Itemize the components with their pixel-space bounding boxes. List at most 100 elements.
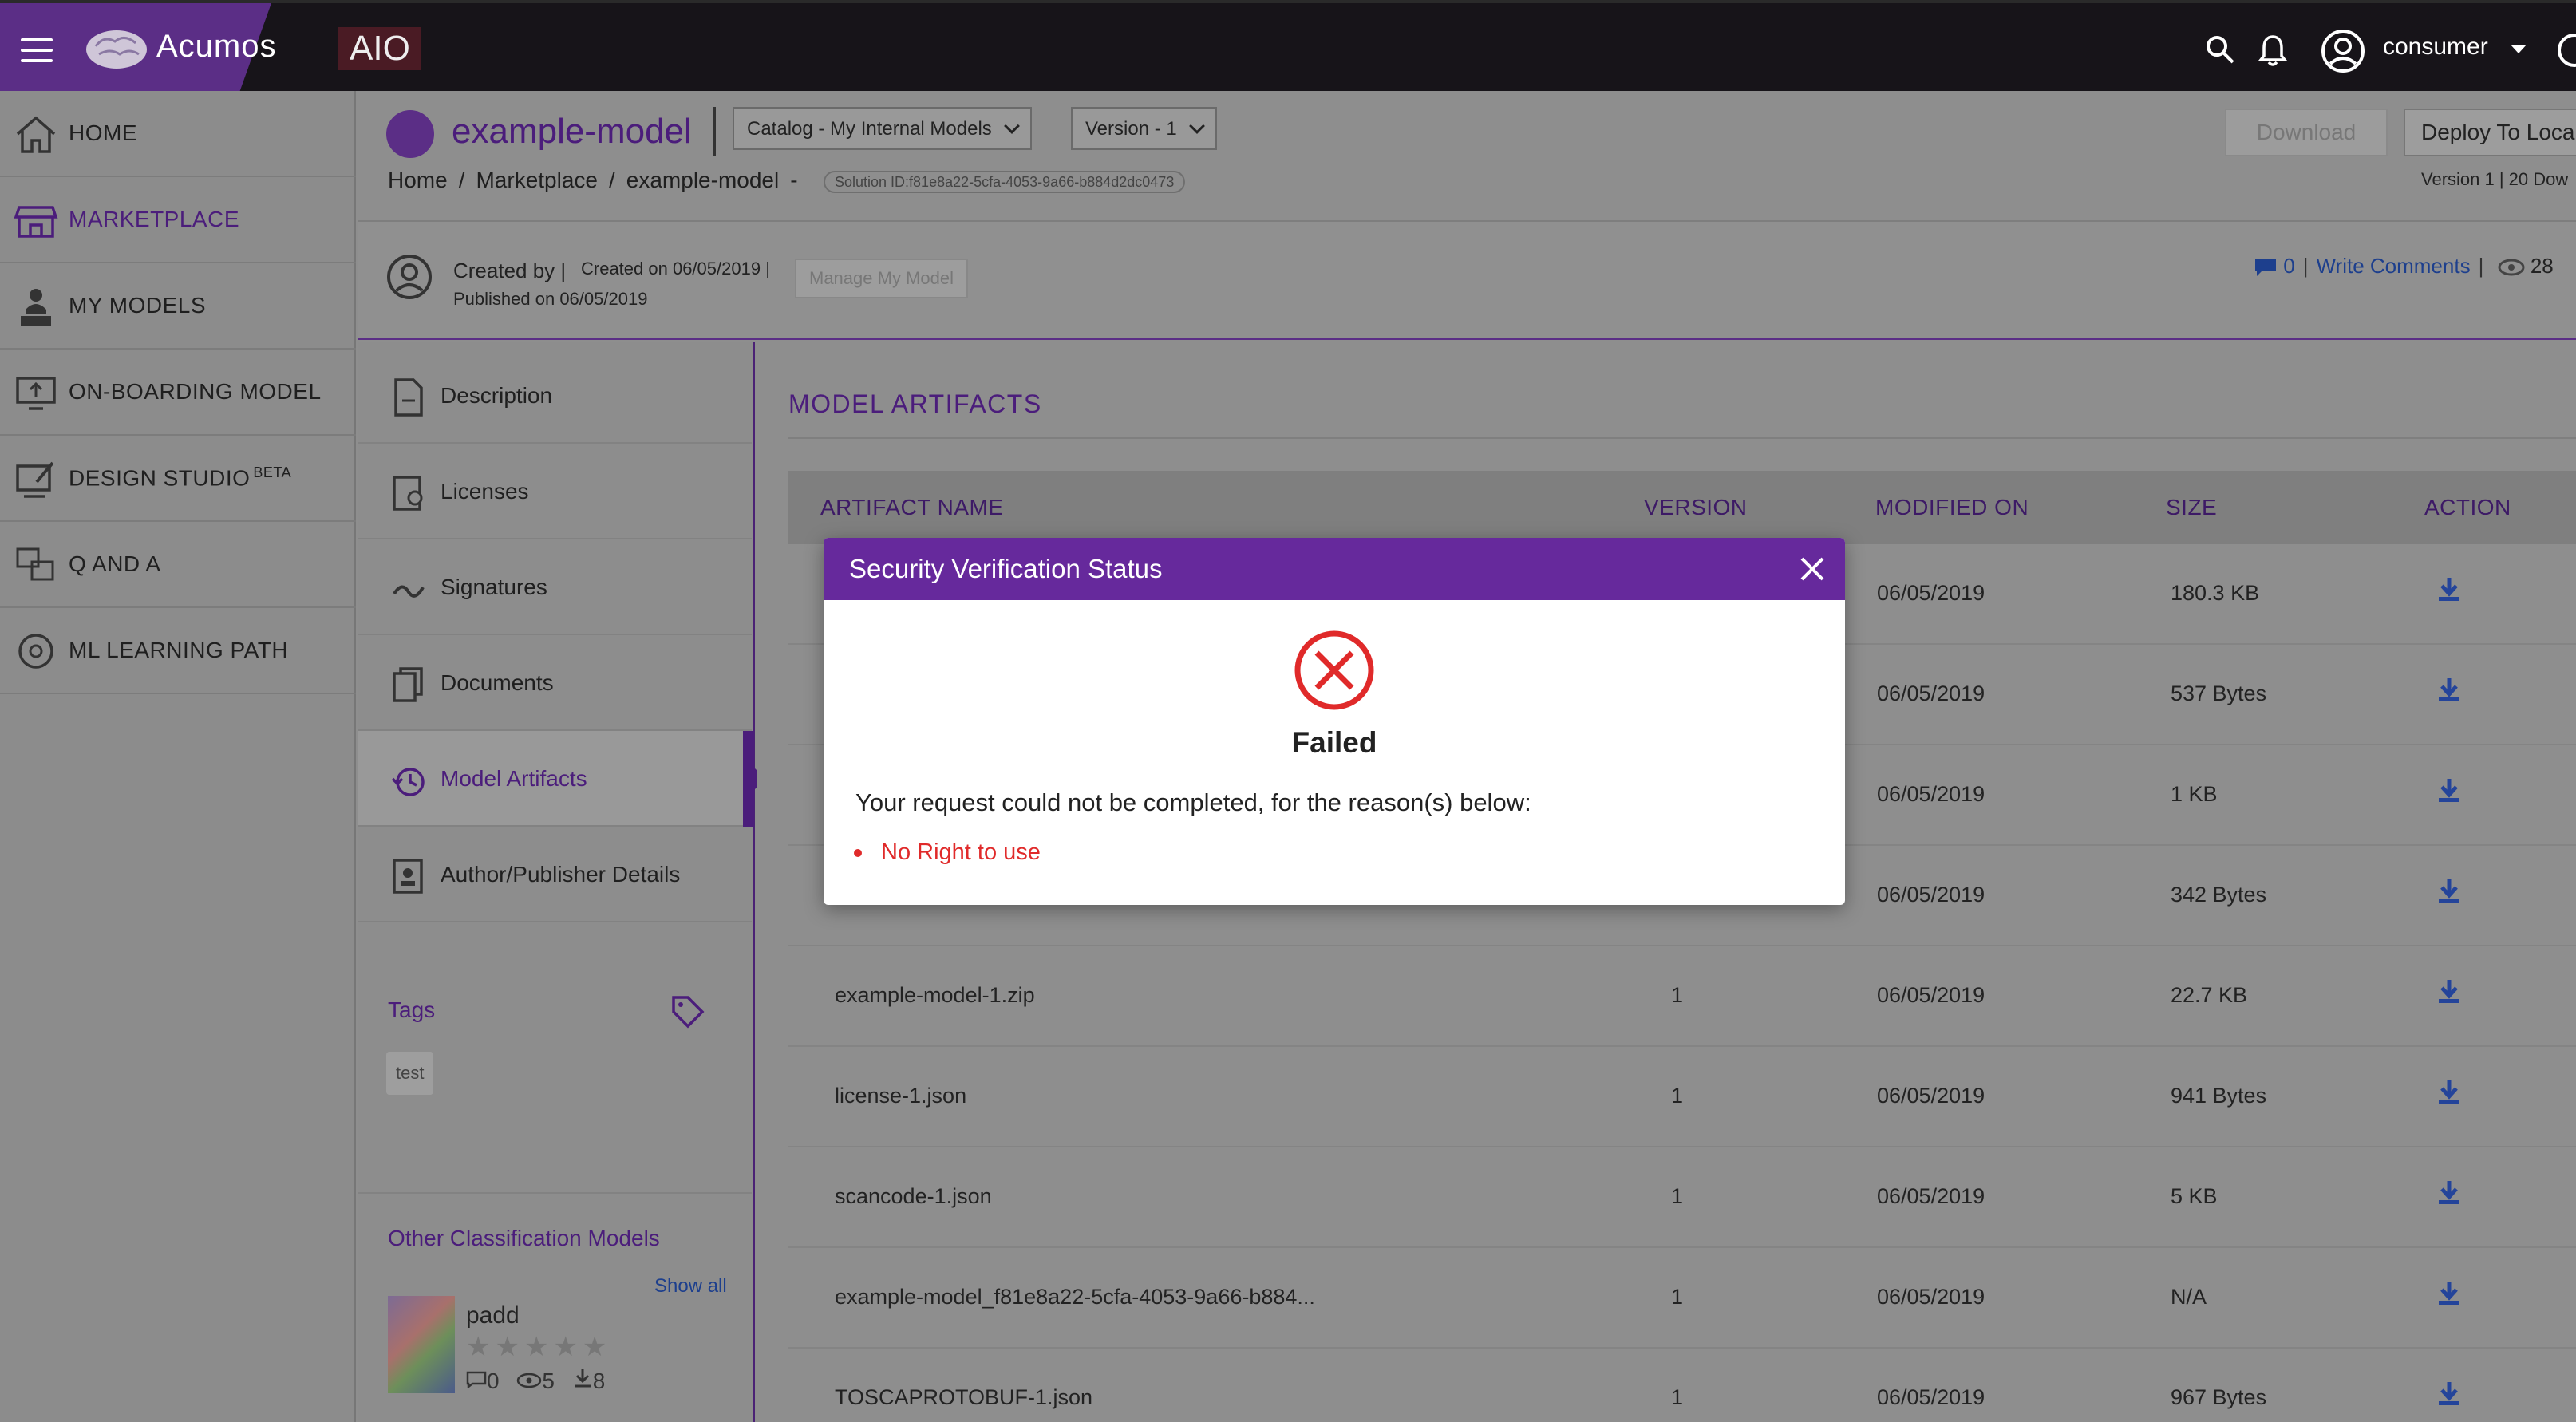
tab-label: Signatures (441, 575, 547, 599)
published-on: Published on 06/05/2019 (453, 289, 648, 309)
signature-icon (393, 585, 425, 598)
history-icon (391, 768, 425, 796)
sidebar-item-onboarding[interactable]: ON-BOARDING MODEL (0, 350, 356, 436)
design-board-icon (16, 461, 54, 498)
sidebar-item-label: DESIGN STUDIO BETA (69, 464, 292, 491)
sidebar-item-my-models[interactable]: MY MODELS (0, 263, 356, 350)
tab-signatures[interactable]: Signatures (358, 539, 752, 635)
download-icon[interactable] (2437, 1381, 2461, 1408)
model-thumbnail[interactable] (388, 1296, 455, 1393)
eye-icon (2498, 259, 2525, 276)
artifact-name: example-model-1.zip (835, 983, 1035, 1007)
sidebar-item-q-and-a[interactable]: Q AND A (0, 522, 356, 608)
tag-edit-icon[interactable] (670, 994, 705, 1029)
download-icon[interactable] (2437, 1179, 2461, 1207)
catalog-select[interactable]: Catalog - My Internal Models (733, 107, 1032, 150)
sidebar-item-design-studio[interactable]: DESIGN STUDIO BETA (0, 436, 356, 522)
deploy-button[interactable]: Deploy To Loca (2404, 109, 2576, 156)
artifact-version: 1 (1671, 983, 1684, 1007)
bell-icon[interactable] (2258, 34, 2287, 67)
avatar-icon (387, 255, 432, 299)
sidebar-item-label: Q AND A (69, 551, 161, 576)
download-icon[interactable] (2437, 576, 2461, 603)
artifact-modified: 06/05/2019 (1877, 681, 1985, 705)
download-icon[interactable] (2437, 878, 2461, 905)
tab-label: Author/Publisher Details (441, 862, 681, 887)
breadcrumb-current: example-model (626, 168, 780, 192)
show-all-link[interactable]: Show all (654, 1275, 727, 1298)
other-model-name[interactable]: padd (466, 1302, 520, 1329)
help-icon[interactable] (2557, 32, 2576, 69)
bullet (854, 849, 862, 857)
chevron-down-icon (1188, 118, 1205, 134)
sidebar-item-marketplace[interactable]: MARKETPLACE (0, 177, 356, 263)
version-select[interactable]: Version - 1 (1071, 107, 1217, 150)
tab-documents[interactable]: Documents (358, 635, 752, 731)
download-icon[interactable] (2437, 677, 2461, 704)
artifact-modified: 06/05/2019 (1877, 581, 1985, 605)
search-icon[interactable] (2204, 34, 2236, 65)
artifact-name: TOSCAPROTOBUF-1.json (835, 1385, 1093, 1409)
artifact-size: 1 KB (2171, 782, 2218, 806)
failure-reason: No Right to use (881, 839, 1041, 865)
menu-icon[interactable] (21, 38, 53, 62)
artifact-size: 537 Bytes (2171, 681, 2267, 705)
model-logo-icon (386, 110, 434, 158)
active-indicator (743, 731, 754, 827)
breadcrumb-home[interactable]: Home (388, 168, 448, 192)
download-button[interactable]: Download (2225, 109, 2388, 156)
download-icon[interactable] (2437, 777, 2461, 804)
author-icon (393, 859, 423, 894)
download-icon[interactable] (2437, 1079, 2461, 1106)
tab-label: Licenses (441, 479, 529, 504)
comment-icon (2255, 259, 2276, 277)
sidebar-item-label: HOME (69, 120, 137, 145)
artifact-modified: 06/05/2019 (1877, 1285, 1985, 1309)
home-icon (16, 116, 56, 153)
user-name[interactable]: consumer (2383, 34, 2488, 61)
beta-badge: BETA (253, 464, 292, 481)
sidebar-item-home[interactable]: HOME (0, 91, 356, 177)
breadcrumb-marketplace[interactable]: Marketplace (476, 168, 598, 192)
tab-licenses[interactable]: Licenses (358, 444, 752, 539)
divider (358, 1192, 752, 1194)
chevron-down-icon[interactable] (2511, 45, 2527, 53)
tags-title: Tags (388, 997, 436, 1022)
other-model-stats: 0 5 8 (466, 1368, 605, 1394)
tab-model-artifacts[interactable]: Model Artifacts (358, 731, 765, 827)
comment-icon (466, 1371, 487, 1389)
sidebar-item-label: ML LEARNING PATH (69, 638, 289, 662)
artifact-version: 1 (1671, 1385, 1684, 1409)
write-comments-link[interactable]: Write Comments (2316, 254, 2470, 278)
model-title: example-model (452, 112, 692, 151)
download-icon[interactable] (2437, 978, 2461, 1005)
artifact-size: 342 Bytes (2171, 883, 2267, 907)
user-circle-icon[interactable] (2321, 29, 2365, 73)
top-bar: Acumos AIO consumer (0, 0, 2576, 94)
table-row: license-1.json 1 06/05/2019 941 Bytes (788, 1047, 2576, 1147)
brand-name[interactable]: Acumos (156, 29, 277, 65)
tag-chip[interactable]: test (386, 1052, 434, 1095)
manage-model-button[interactable]: Manage My Model (795, 259, 968, 298)
storefront-icon (14, 206, 58, 238)
version-info: Version 1 | 20 Dow (2421, 169, 2569, 189)
tab-description[interactable]: Description (358, 348, 752, 444)
tab-label: Description (441, 383, 553, 408)
sidebar-item-ml-learning-path[interactable]: ML LEARNING PATH (0, 608, 356, 694)
tab-author-publisher[interactable]: Author/Publisher Details (358, 827, 752, 922)
artifact-modified: 06/05/2019 (1877, 1184, 1985, 1208)
brain-logo-icon (86, 30, 147, 69)
documents-icon (393, 667, 423, 702)
artifact-size: N/A (2171, 1285, 2207, 1309)
artifact-size: 180.3 KB (2171, 581, 2260, 605)
failed-x-circle-icon (1294, 630, 1374, 710)
download-icon[interactable] (2437, 1280, 2461, 1307)
artifact-modified: 06/05/2019 (1877, 782, 1985, 806)
column-header: ARTIFACT NAME (820, 495, 1004, 519)
artifact-modified: 06/05/2019 (1877, 1084, 1985, 1108)
artifact-modified: 06/05/2019 (1877, 1385, 1985, 1409)
table-header: ARTIFACT NAME VERSION MODIFIED ON SIZE A… (788, 471, 2576, 544)
column-header: MODIFIED ON (1875, 495, 2029, 519)
close-icon[interactable] (1799, 555, 1826, 583)
table-row: scancode-1.json 1 06/05/2019 5 KB (788, 1147, 2576, 1248)
